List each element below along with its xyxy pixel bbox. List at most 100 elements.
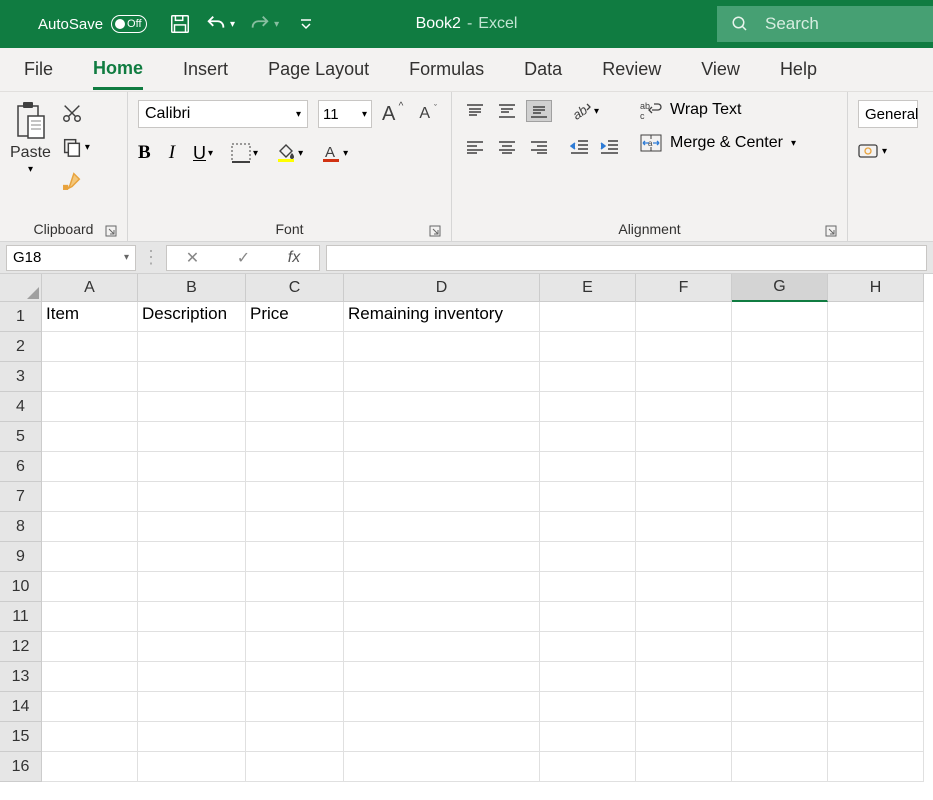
cell-A5[interactable] [42, 422, 138, 452]
cell-E2[interactable] [540, 332, 636, 362]
cell-C8[interactable] [246, 512, 344, 542]
cell-E10[interactable] [540, 572, 636, 602]
column-header-A[interactable]: A [42, 274, 138, 302]
cell-B7[interactable] [138, 482, 246, 512]
increase-font-button[interactable]: A^ [382, 103, 395, 126]
cell-H9[interactable] [828, 542, 924, 572]
cell-H2[interactable] [828, 332, 924, 362]
cell-B6[interactable] [138, 452, 246, 482]
cell-D11[interactable] [344, 602, 540, 632]
cell-G4[interactable] [732, 392, 828, 422]
cell-E16[interactable] [540, 752, 636, 782]
row-header-5[interactable]: 5 [0, 422, 42, 452]
cell-B12[interactable] [138, 632, 246, 662]
cell-F5[interactable] [636, 422, 732, 452]
align-middle-button[interactable] [494, 100, 520, 122]
wrap-text-button[interactable]: abc Wrap Text [640, 100, 796, 120]
cell-F11[interactable] [636, 602, 732, 632]
cell-F4[interactable] [636, 392, 732, 422]
cell-D6[interactable] [344, 452, 540, 482]
cell-C14[interactable] [246, 692, 344, 722]
cell-G6[interactable] [732, 452, 828, 482]
cell-F15[interactable] [636, 722, 732, 752]
tab-page-layout[interactable]: Page Layout [268, 51, 369, 88]
cell-H15[interactable] [828, 722, 924, 752]
toggle-switch[interactable]: Off [111, 15, 147, 33]
cell-B16[interactable] [138, 752, 246, 782]
cell-A12[interactable] [42, 632, 138, 662]
cell-D16[interactable] [344, 752, 540, 782]
column-header-G[interactable]: G [732, 274, 828, 302]
font-color-button[interactable]: A▾ [321, 143, 348, 163]
cell-C3[interactable] [246, 362, 344, 392]
cell-H5[interactable] [828, 422, 924, 452]
align-top-button[interactable] [462, 100, 488, 122]
cell-B8[interactable] [138, 512, 246, 542]
row-header-7[interactable]: 7 [0, 482, 42, 512]
cell-E1[interactable] [540, 302, 636, 332]
row-header-2[interactable]: 2 [0, 332, 42, 362]
cell-B4[interactable] [138, 392, 246, 422]
cell-F10[interactable] [636, 572, 732, 602]
insert-function-button[interactable]: fx [288, 249, 300, 267]
cell-A4[interactable] [42, 392, 138, 422]
cell-F1[interactable] [636, 302, 732, 332]
save-icon[interactable] [169, 13, 191, 35]
cell-H1[interactable] [828, 302, 924, 332]
cell-G11[interactable] [732, 602, 828, 632]
cell-G13[interactable] [732, 662, 828, 692]
undo-button[interactable]: ▾ [205, 13, 235, 35]
cell-D7[interactable] [344, 482, 540, 512]
cell-B5[interactable] [138, 422, 246, 452]
spreadsheet-grid[interactable]: ABCDEFGH 12345678910111213141516 ItemDes… [0, 274, 933, 800]
cell-D3[interactable] [344, 362, 540, 392]
cell-D12[interactable] [344, 632, 540, 662]
cell-C5[interactable] [246, 422, 344, 452]
number-format-select[interactable]: General [858, 100, 918, 128]
cell-G8[interactable] [732, 512, 828, 542]
align-right-button[interactable] [526, 136, 552, 158]
cell-E15[interactable] [540, 722, 636, 752]
cell-E12[interactable] [540, 632, 636, 662]
paste-button[interactable]: Paste ▾ [10, 100, 51, 175]
fill-color-button[interactable]: ▾ [276, 143, 303, 163]
cell-H10[interactable] [828, 572, 924, 602]
row-header-6[interactable]: 6 [0, 452, 42, 482]
cell-F9[interactable] [636, 542, 732, 572]
align-center-button[interactable] [494, 136, 520, 158]
formula-input[interactable] [326, 245, 927, 271]
cell-G3[interactable] [732, 362, 828, 392]
cell-H4[interactable] [828, 392, 924, 422]
row-header-15[interactable]: 15 [0, 722, 42, 752]
cell-G15[interactable] [732, 722, 828, 752]
row-header-16[interactable]: 16 [0, 752, 42, 782]
name-box[interactable]: G18 ▾ [6, 245, 136, 271]
row-header-14[interactable]: 14 [0, 692, 42, 722]
cell-A6[interactable] [42, 452, 138, 482]
cell-D14[interactable] [344, 692, 540, 722]
cell-B2[interactable] [138, 332, 246, 362]
row-header-1[interactable]: 1 [0, 302, 42, 332]
cell-A11[interactable] [42, 602, 138, 632]
cell-E13[interactable] [540, 662, 636, 692]
cell-G2[interactable] [732, 332, 828, 362]
enter-formula-button[interactable]: ✓ [237, 248, 250, 268]
cell-F16[interactable] [636, 752, 732, 782]
cell-C6[interactable] [246, 452, 344, 482]
cell-G14[interactable] [732, 692, 828, 722]
cell-C7[interactable] [246, 482, 344, 512]
cancel-formula-button[interactable]: ✕ [186, 248, 199, 268]
cell-A1[interactable]: Item [42, 302, 138, 332]
cell-C10[interactable] [246, 572, 344, 602]
format-painter-button[interactable] [61, 170, 90, 192]
row-header-12[interactable]: 12 [0, 632, 42, 662]
cell-A16[interactable] [42, 752, 138, 782]
cell-D4[interactable] [344, 392, 540, 422]
cell-A10[interactable] [42, 572, 138, 602]
cell-G10[interactable] [732, 572, 828, 602]
tab-view[interactable]: View [701, 51, 740, 88]
merge-center-button[interactable]: a Merge & Center ▾ [640, 134, 796, 152]
cell-H6[interactable] [828, 452, 924, 482]
cell-D15[interactable] [344, 722, 540, 752]
decrease-indent-button[interactable] [570, 139, 590, 155]
